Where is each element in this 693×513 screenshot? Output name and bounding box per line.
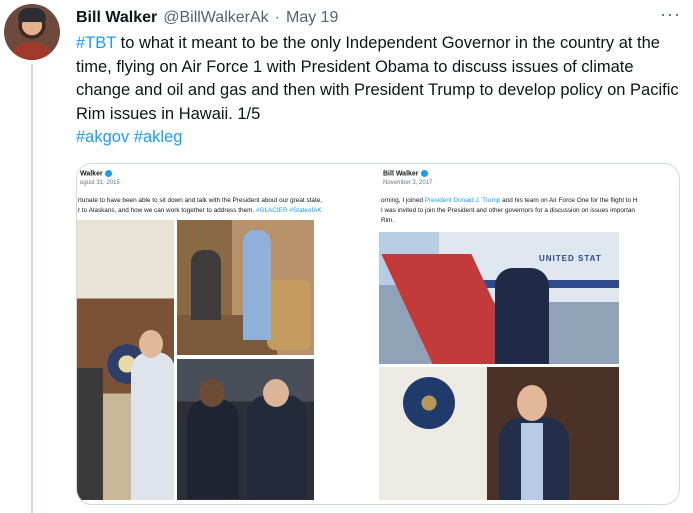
photo-cabin-meeting[interactable]	[177, 220, 314, 355]
person-shirt	[521, 423, 543, 500]
verified-icon	[420, 170, 428, 177]
person	[77, 368, 103, 500]
person	[191, 250, 221, 320]
left-screenshot-card[interactable]: Walker ugust 31, 2015 · rtunate to have …	[77, 164, 377, 504]
right-card-author: Bill Walker	[383, 170, 428, 177]
person-head	[139, 330, 163, 358]
person	[131, 352, 174, 500]
person	[243, 230, 271, 340]
presidential-seal	[403, 377, 455, 429]
seat	[267, 280, 311, 350]
person-head	[517, 385, 547, 421]
tweet-header: Bill Walker @BillWalkerAk · May 19	[76, 7, 683, 29]
author-name[interactable]: Bill Walker	[76, 9, 157, 27]
person	[187, 399, 239, 499]
thread-line	[31, 64, 33, 513]
left-card-line2: r to Alaskans, and how we can work toget…	[78, 207, 322, 214]
verified-icon	[104, 170, 112, 177]
avatar-hat	[18, 8, 46, 22]
author-handle[interactable]: @BillWalkerAk	[163, 9, 268, 27]
right-card-line1: orning, I joined President Donald J. Tru…	[381, 197, 638, 204]
person	[247, 395, 307, 499]
photo-boarding-airforce-one[interactable]: UNITED STAT	[379, 232, 619, 364]
photo-car-ride[interactable]	[177, 359, 314, 500]
separator: ·	[274, 9, 280, 26]
photo-presidential-seal-door[interactable]	[379, 367, 619, 500]
tweet-date[interactable]: May 19	[286, 9, 338, 27]
avatar-shirt	[10, 42, 54, 60]
tweet-text: #TBT to what it meant to be the only Ind…	[76, 32, 684, 150]
plane-label: UNITED STAT	[539, 254, 602, 263]
tweet-media[interactable]: Walker ugust 31, 2015 · rtunate to have …	[76, 163, 680, 505]
hashtag-akgov[interactable]: #akgov	[76, 128, 129, 146]
right-screenshot-card[interactable]: Bill Walker November 3, 2017 · orning, I…	[377, 164, 679, 504]
left-card-date: ugust 31, 2015 ·	[80, 180, 124, 186]
author-avatar[interactable]	[4, 4, 60, 60]
right-card-line2: I was invited to join the President and …	[381, 207, 635, 214]
person-head	[263, 379, 289, 407]
left-card-line1: rtunate to have been able to sit down an…	[78, 197, 323, 204]
person-head	[199, 379, 225, 407]
hashtag-tbt[interactable]: #TBT	[76, 34, 116, 52]
more-options-icon[interactable]: ···	[660, 4, 681, 25]
hashtag-akleg[interactable]: #akleg	[134, 128, 183, 146]
right-card-line3: Rim.	[381, 217, 395, 224]
person	[495, 268, 549, 364]
right-card-date: November 3, 2017 ·	[383, 180, 437, 186]
tweet-body: to what it meant to be the only Independ…	[76, 34, 679, 123]
photo-airforce-office[interactable]	[77, 220, 174, 500]
left-card-author: Walker	[80, 170, 112, 177]
